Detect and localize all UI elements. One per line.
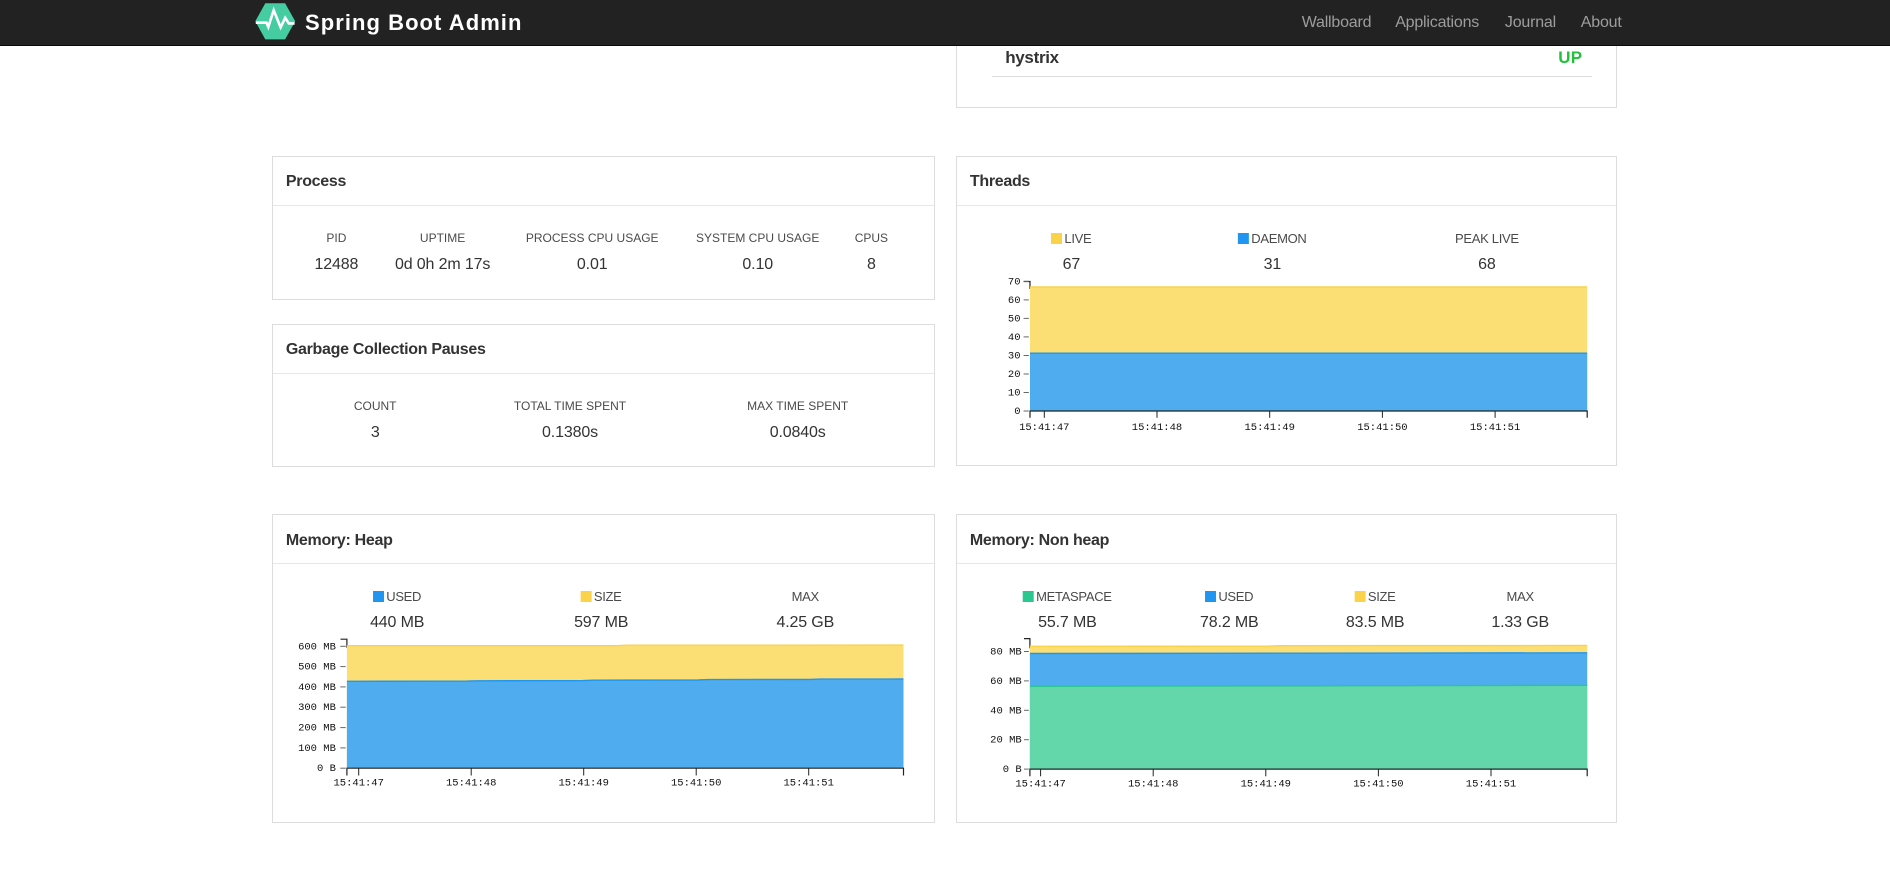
svg-text:15:41:48: 15:41:48	[1132, 422, 1182, 434]
svg-text:15:41:50: 15:41:50	[1357, 422, 1407, 434]
svg-text:15:41:51: 15:41:51	[1466, 778, 1516, 790]
svg-text:40: 40	[1008, 332, 1021, 344]
svg-text:15:41:50: 15:41:50	[671, 778, 721, 790]
svg-text:60 MB: 60 MB	[990, 676, 1022, 688]
svg-text:500 MB: 500 MB	[298, 662, 336, 674]
svg-text:0: 0	[1014, 406, 1020, 418]
svg-text:15:41:48: 15:41:48	[1128, 778, 1178, 790]
svg-text:600 MB: 600 MB	[298, 641, 336, 653]
svg-text:15:41:51: 15:41:51	[783, 778, 833, 790]
svg-text:200 MB: 200 MB	[298, 723, 336, 735]
svg-text:400 MB: 400 MB	[298, 682, 336, 694]
svg-text:15:41:47: 15:41:47	[1015, 778, 1065, 790]
svg-text:40 MB: 40 MB	[990, 705, 1022, 717]
svg-text:15:41:47: 15:41:47	[1019, 422, 1069, 434]
svg-text:20: 20	[1008, 369, 1021, 381]
svg-text:0 B: 0 B	[317, 763, 336, 775]
svg-text:0 B: 0 B	[1003, 764, 1022, 776]
svg-text:80 MB: 80 MB	[990, 647, 1022, 659]
svg-text:15:41:49: 15:41:49	[1241, 778, 1291, 790]
svg-text:50: 50	[1008, 313, 1021, 325]
svg-text:15:41:50: 15:41:50	[1353, 778, 1403, 790]
svg-text:100 MB: 100 MB	[298, 743, 336, 755]
svg-text:20 MB: 20 MB	[990, 735, 1022, 747]
svg-text:300 MB: 300 MB	[298, 702, 336, 714]
svg-text:30: 30	[1008, 351, 1021, 363]
svg-text:60: 60	[1008, 295, 1021, 307]
svg-text:70: 70	[1008, 276, 1021, 288]
svg-text:15:41:49: 15:41:49	[1244, 422, 1294, 434]
svg-text:15:41:47: 15:41:47	[333, 778, 383, 790]
svg-text:15:41:49: 15:41:49	[558, 778, 608, 790]
svg-text:15:41:48: 15:41:48	[446, 778, 496, 790]
svg-text:10: 10	[1008, 388, 1021, 400]
svg-text:15:41:51: 15:41:51	[1470, 422, 1520, 434]
